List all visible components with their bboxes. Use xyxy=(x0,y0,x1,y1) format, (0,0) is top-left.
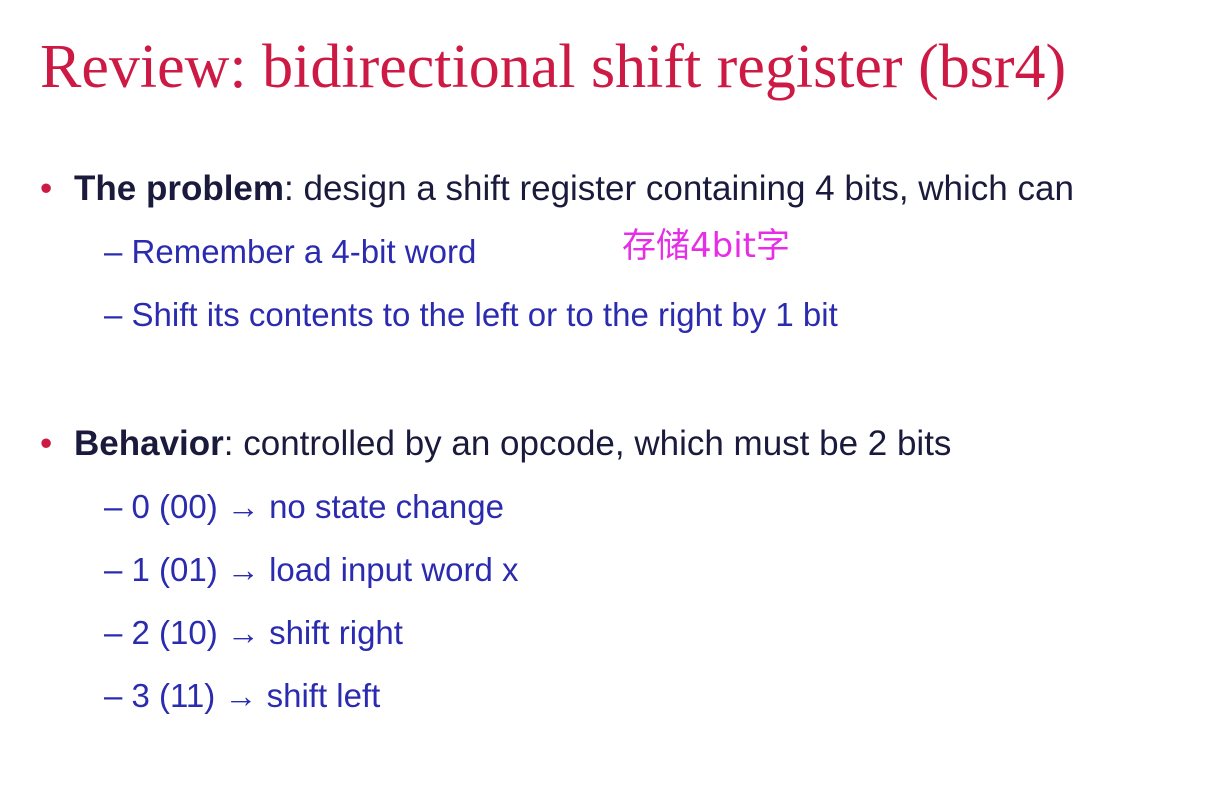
bullet-marker: • xyxy=(40,169,53,208)
bullet-marker: • xyxy=(40,424,53,463)
bullet-behavior: • Behavior: controlled by an opcode, whic… xyxy=(40,426,951,461)
sub-item-opcode-3: – 3 (11) → shift left xyxy=(104,677,381,714)
sub-item-opcode-0: – 0 (00) → no state change xyxy=(104,488,504,525)
bullet-term: Behavior xyxy=(74,424,224,463)
bullet-term: The problem xyxy=(74,169,285,208)
slide-title: Review: bidirectional shift register (bs… xyxy=(40,33,1067,101)
handwritten-annotation: 存储4bit字 xyxy=(622,226,790,266)
sub-item-opcode-1: – 1 (01) → load input word x xyxy=(104,551,519,588)
bullet-text: : controlled by an opcode, which must be… xyxy=(223,424,952,463)
bullet-text: : design a shift register containing 4 b… xyxy=(284,169,1074,208)
bullet-problem: • The problem: design a shift register co… xyxy=(40,171,1074,206)
sub-item-remember: – Remember a 4-bit word xyxy=(104,233,477,270)
sub-item-opcode-2: – 2 (10) → shift right xyxy=(104,614,403,651)
sub-item-shift: – Shift its contents to the left or to t… xyxy=(104,296,838,333)
